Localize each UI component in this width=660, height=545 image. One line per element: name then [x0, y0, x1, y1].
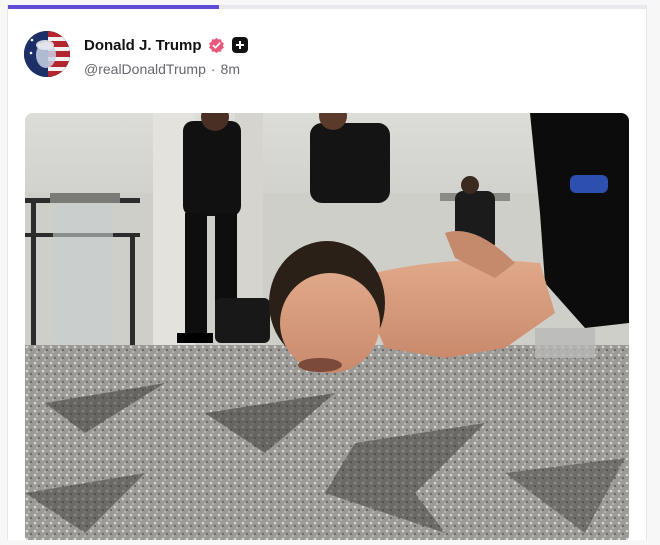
post-meta: @realDonaldTrump · 8m — [84, 61, 240, 77]
media-progress-track — [8, 5, 646, 9]
plus-subscription-icon — [231, 37, 248, 53]
timestamp[interactable]: 8m — [221, 61, 240, 77]
avatar-image — [24, 31, 70, 77]
post-image[interactable] — [25, 113, 629, 540]
post-photo-illustration — [25, 113, 629, 540]
media-progress-fill — [8, 5, 219, 9]
avatar[interactable] — [24, 31, 70, 77]
handle[interactable]: @realDonaldTrump — [84, 61, 206, 77]
verified-badge-icon — [208, 37, 224, 53]
meta-separator: · — [210, 61, 216, 77]
post-card: Donald J. Trump @realDonaldTrump · 8m — [7, 5, 647, 540]
display-name[interactable]: Donald J. Trump — [84, 37, 202, 54]
post-header: Donald J. Trump @realDonaldTrump · 8m — [24, 27, 630, 83]
name-row: Donald J. Trump — [84, 35, 248, 55]
app-frame: Donald J. Trump @realDonaldTrump · 8m — [0, 0, 660, 545]
